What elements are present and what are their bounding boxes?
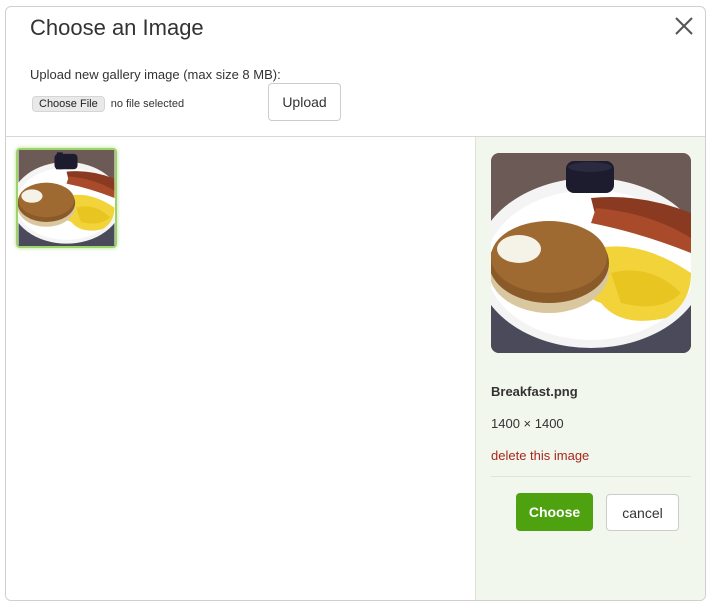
choose-image-dialog: Choose an Image Upload new gallery image… (5, 6, 706, 601)
cancel-button[interactable]: cancel (606, 494, 679, 531)
breakfast-preview-image (491, 153, 691, 353)
upload-button[interactable]: Upload (268, 83, 341, 121)
file-status: no file selected (110, 98, 185, 110)
image-filename: Breakfast.png (491, 384, 578, 399)
upload-label: Upload new gallery image (max size 8 MB)… (30, 67, 281, 82)
breakfast-thumbnail-image (18, 150, 115, 246)
details-divider (491, 476, 691, 477)
choose-file-button[interactable]: Choose File (32, 96, 105, 112)
image-dimensions: 1400 × 1400 (491, 416, 564, 431)
dialog-title: Choose an Image (30, 15, 204, 40)
image-gallery (6, 137, 475, 600)
file-input[interactable]: Choose File no file selected (32, 96, 184, 112)
image-details-panel: Breakfast.png 1400 × 1400 delete this im… (475, 137, 705, 600)
close-icon[interactable] (673, 15, 695, 37)
delete-image-link[interactable]: delete this image (491, 448, 589, 463)
gallery-thumbnail-breakfast[interactable] (16, 148, 117, 248)
choose-button[interactable]: Choose (516, 493, 593, 531)
image-preview (491, 153, 691, 353)
